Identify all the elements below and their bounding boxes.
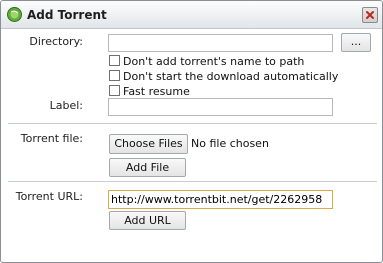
no-autostart-label: Don't start the download automatically — [123, 70, 339, 83]
fast-resume-label: Fast resume — [123, 85, 190, 98]
no-torrent-name-checkbox[interactable] — [109, 55, 120, 66]
dialog-title: Add Torrent — [27, 8, 107, 22]
close-button[interactable] — [362, 7, 378, 23]
title-bar: Add Torrent — [1, 1, 382, 29]
choose-files-button[interactable]: Choose Files — [109, 134, 188, 154]
add-url-button[interactable]: Add URL — [109, 211, 186, 230]
torrent-url-label: Torrent URL: — [15, 190, 83, 203]
directory-input[interactable] — [108, 34, 333, 52]
close-icon — [366, 11, 374, 19]
torrent-file-label: Torrent file: — [20, 132, 83, 145]
label-field-label: Label: — [49, 99, 83, 112]
browse-directory-button[interactable]: ... — [341, 33, 371, 52]
torrent-url-input[interactable] — [108, 190, 333, 209]
app-globe-icon — [7, 7, 22, 22]
no-torrent-name-label: Don't add torrent's name to path — [123, 55, 305, 68]
no-autostart-checkbox[interactable] — [109, 70, 120, 81]
fast-resume-checkbox[interactable] — [109, 85, 120, 96]
directory-label: Directory: — [29, 35, 83, 48]
section-divider — [8, 181, 377, 183]
section-divider — [8, 123, 377, 125]
label-input[interactable] — [108, 98, 333, 116]
add-file-button[interactable]: Add File — [109, 158, 186, 177]
add-torrent-dialog: Add Torrent Directory: ... Don't add tor… — [0, 0, 383, 263]
file-status-text: No file chosen — [191, 137, 269, 150]
